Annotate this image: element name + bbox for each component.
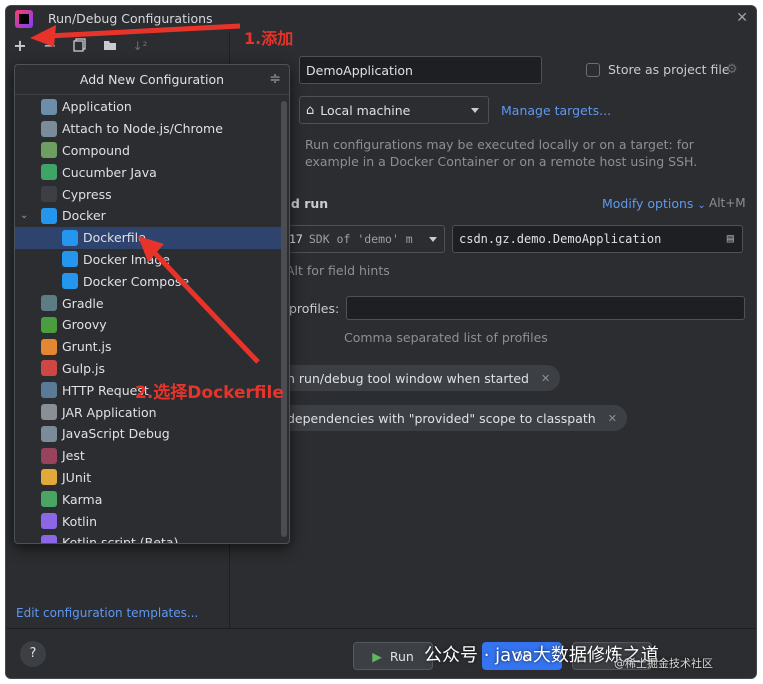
annotation-step1: 1.添加 bbox=[244, 29, 294, 48]
arrow-head-add bbox=[30, 25, 56, 47]
arrow-to-add bbox=[47, 23, 241, 39]
annotation-arrows bbox=[30, 23, 260, 364]
arrow-to-dockerfile bbox=[148, 246, 260, 364]
annotation-step2: 2.选择Dockerfile bbox=[135, 383, 284, 403]
watermark-juejin: @稀土掘金技术社区 bbox=[614, 657, 713, 670]
